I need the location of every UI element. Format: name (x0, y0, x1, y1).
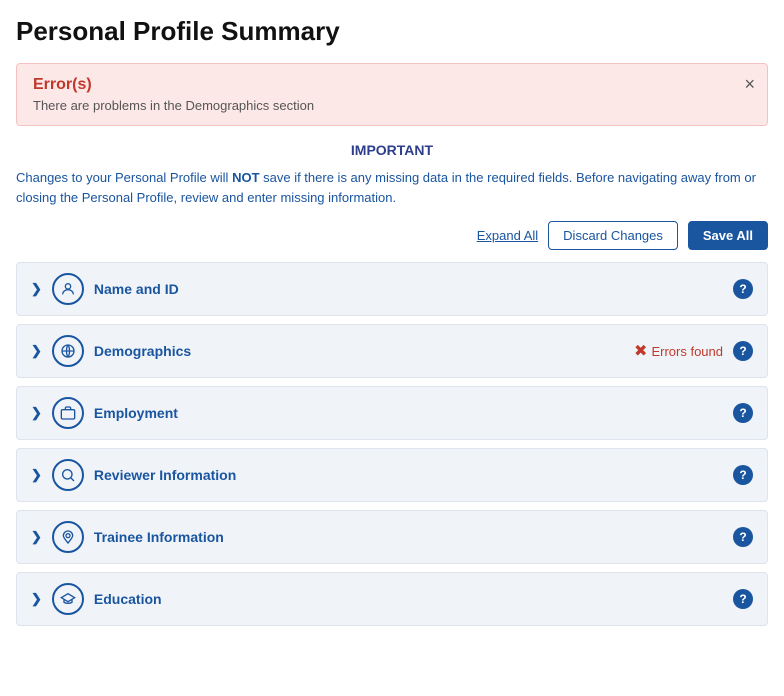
section-label-demographics: Demographics (94, 343, 624, 359)
help-icon-employment[interactable]: ? (733, 403, 753, 423)
error-banner: Error(s) There are problems in the Demog… (16, 63, 768, 126)
error-badge-demographics: ✖ Errors found (634, 341, 723, 361)
error-circle-icon: ✖ (634, 341, 647, 361)
help-icon-trainee-information[interactable]: ? (733, 527, 753, 547)
section-label-education: Education (94, 591, 723, 607)
help-icon-reviewer-information[interactable]: ? (733, 465, 753, 485)
important-text-part1: Changes to your Personal Profile will (16, 170, 232, 185)
save-all-button[interactable]: Save All (688, 221, 768, 250)
section-label-name-id: Name and ID (94, 281, 723, 297)
chevron-icon-name-id: ❯ (31, 281, 42, 297)
chevron-icon-reviewer-information: ❯ (31, 467, 42, 483)
section-label-employment: Employment (94, 405, 723, 421)
help-icon-name-id[interactable]: ? (733, 279, 753, 299)
important-label: IMPORTANT (16, 142, 768, 158)
section-label-trainee-information: Trainee Information (94, 529, 723, 545)
section-row-employment[interactable]: ❯ Employment? (16, 386, 768, 440)
chevron-icon-trainee-information: ❯ (31, 529, 42, 545)
section-icon-demographics (52, 335, 84, 367)
error-banner-description: There are problems in the Demographics s… (33, 98, 751, 113)
section-label-reviewer-information: Reviewer Information (94, 467, 723, 483)
toolbar: Expand All Discard Changes Save All (16, 221, 768, 250)
important-text: Changes to your Personal Profile will NO… (16, 168, 768, 207)
help-icon-education[interactable]: ? (733, 589, 753, 609)
error-banner-title: Error(s) (33, 76, 751, 94)
expand-all-button[interactable]: Expand All (477, 228, 538, 243)
section-row-name-id[interactable]: ❯ Name and ID? (16, 262, 768, 316)
section-icon-name-id (52, 273, 84, 305)
error-text-demographics: Errors found (651, 344, 723, 359)
section-icon-reviewer-information (52, 459, 84, 491)
section-row-trainee-information[interactable]: ❯ Trainee Information? (16, 510, 768, 564)
page-title: Personal Profile Summary (16, 16, 768, 47)
chevron-icon-employment: ❯ (31, 405, 42, 421)
section-icon-education (52, 583, 84, 615)
section-icon-trainee-information (52, 521, 84, 553)
help-icon-demographics[interactable]: ? (733, 341, 753, 361)
important-section: IMPORTANT (16, 142, 768, 158)
sections-list: ❯ Name and ID? ❯ Demographics ✖ Errors found?… (16, 262, 768, 626)
section-icon-employment (52, 397, 84, 429)
chevron-icon-education: ❯ (31, 591, 42, 607)
section-row-demographics[interactable]: ❯ Demographics ✖ Errors found? (16, 324, 768, 378)
important-text-bold: NOT (232, 170, 259, 185)
chevron-icon-demographics: ❯ (31, 343, 42, 359)
discard-changes-button[interactable]: Discard Changes (548, 221, 678, 250)
section-row-education[interactable]: ❯ Education? (16, 572, 768, 626)
error-banner-close-button[interactable]: × (744, 74, 755, 95)
section-row-reviewer-information[interactable]: ❯ Reviewer Information? (16, 448, 768, 502)
